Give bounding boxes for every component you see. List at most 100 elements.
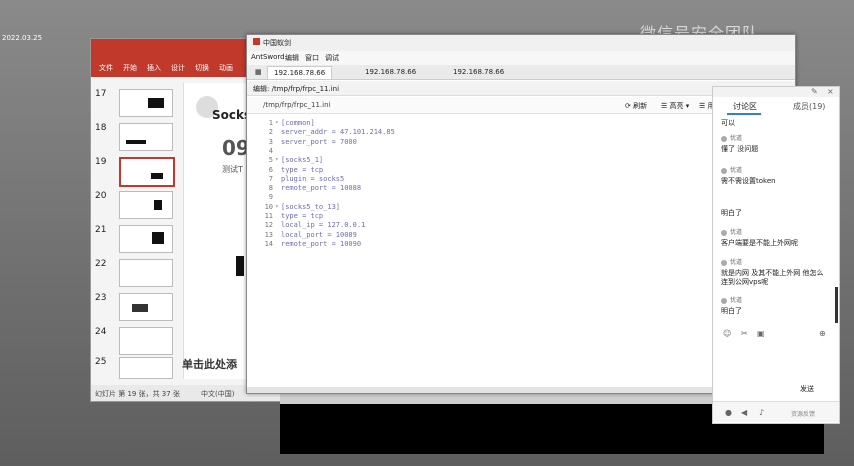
tab-members[interactable]: 成员(19): [793, 101, 825, 112]
code-line[interactable]: server_addr = 47.101.214.85: [281, 128, 395, 136]
code-line[interactable]: type = tcp: [281, 166, 323, 174]
slide-thumbnail[interactable]: [119, 259, 173, 287]
slide-thumb[interactable]: 23: [95, 293, 175, 321]
slide-thumbnail[interactable]: [119, 157, 175, 187]
antsword-titlebar[interactable]: 中国蚁剑: [247, 35, 795, 51]
avatar: [721, 229, 727, 236]
line-number: 9: [268, 193, 273, 202]
menu-window[interactable]: 窗口: [305, 53, 319, 63]
line-number: 4: [268, 146, 273, 155]
slide-number: 23: [95, 293, 107, 303]
code-line[interactable]: local_ip = 127.0.0.1: [281, 221, 365, 229]
slide-thumb[interactable]: 24: [95, 327, 175, 355]
footer-link[interactable]: 资源反馈: [791, 409, 815, 418]
highlight-label: 高亮: [669, 102, 684, 110]
code-line[interactable]: server_port = 7000: [281, 138, 357, 146]
chat-header-bar: ✎ ×: [713, 87, 839, 97]
tab-shell-3[interactable]: 192.168.78.66: [447, 66, 510, 78]
image-icon[interactable]: ▣: [757, 329, 765, 338]
menu-edit[interactable]: 编辑: [285, 53, 299, 63]
line-number: 10: [264, 202, 273, 211]
antsword-logo-icon: [253, 38, 260, 45]
line-number: 11: [264, 212, 273, 220]
chat-scrollbar[interactable]: [835, 287, 838, 323]
code-line[interactable]: local_port = 10089: [281, 231, 357, 239]
slide-thumb[interactable]: 22: [95, 259, 175, 287]
list-icon: ☰: [661, 102, 670, 110]
slide-number: 22: [95, 259, 107, 269]
code-line[interactable]: remote_port = 10090: [281, 240, 361, 248]
line-number: 12: [264, 221, 273, 230]
scissors-icon[interactable]: ✂: [741, 329, 748, 338]
slide-notes-placeholder[interactable]: 单击此处添: [182, 356, 237, 372]
status-language[interactable]: 中文(中国): [201, 389, 234, 399]
add-icon[interactable]: ⊕: [819, 329, 826, 338]
slide-number: 24: [95, 327, 107, 337]
code-line[interactable]: [socks5_to_13]: [281, 203, 340, 211]
chat-message: 明白了: [721, 307, 742, 315]
chat-user: 忧道: [721, 295, 742, 304]
microphone-icon[interactable]: ●: [725, 408, 732, 417]
grid-icon[interactable]: ▦: [249, 66, 268, 78]
emoji-icon[interactable]: ☺: [723, 329, 731, 338]
speaker-icon[interactable]: ◀: [741, 408, 747, 417]
line-number: 13: [264, 230, 273, 239]
ppt-tab-insert[interactable]: 插入: [147, 63, 161, 73]
fold-arrow-icon[interactable]: ▾: [275, 119, 279, 126]
slide-thumbnail[interactable]: [119, 191, 173, 219]
ppt-tab-file[interactable]: 文件: [99, 63, 113, 73]
fold-arrow-icon[interactable]: ▾: [275, 156, 279, 163]
chat-user: 忧道: [721, 257, 742, 266]
code-line[interactable]: [socks5_1]: [281, 156, 323, 164]
ppt-tab-animations[interactable]: 动画: [219, 63, 233, 73]
music-icon[interactable]: ♪: [759, 408, 764, 417]
slide-thumb[interactable]: 17: [95, 89, 175, 117]
code-line[interactable]: type = tcp: [281, 212, 323, 220]
slide-thumb[interactable]: 18: [95, 123, 175, 151]
menu-bar: AntSword 编辑 窗口 调试: [247, 51, 795, 66]
desktop-icon-label[interactable]: 2022.03.25: [2, 34, 42, 42]
slide-thumbnail[interactable]: [119, 293, 173, 321]
active-tab-indicator: [727, 113, 761, 115]
tab-shell-1[interactable]: 192.168.78.66: [267, 66, 333, 79]
chat-user: 忧道: [721, 133, 742, 142]
menu-antsword[interactable]: AntSword: [251, 53, 285, 61]
slide-thumbnail[interactable]: [119, 89, 173, 117]
code-line[interactable]: plugin = socks5: [281, 175, 344, 183]
editor-title: 编辑: /tmp/frp/frpc_11.ini: [253, 85, 340, 93]
refresh-button[interactable]: ⟳ 刷新: [625, 101, 647, 111]
slide-thumbnail[interactable]: [119, 327, 173, 355]
chat-message: 明白了: [721, 209, 742, 217]
code-line[interactable]: [common]: [281, 119, 315, 127]
slide-thumbnail[interactable]: [119, 225, 173, 253]
highlight-button[interactable]: ☰ 高亮 ▾: [661, 101, 689, 111]
close-icon[interactable]: ×: [827, 87, 834, 96]
chat-message: 懂了 没问题: [721, 145, 759, 153]
code-line[interactable]: remote_port = 10088: [281, 184, 361, 192]
slide-thumbnail[interactable]: [119, 123, 173, 151]
slide-thumb[interactable]: 21: [95, 225, 175, 253]
slide-thumb-selected[interactable]: 19: [95, 157, 175, 187]
send-button[interactable]: 发送: [793, 383, 821, 395]
ppt-tab-home[interactable]: 开始: [123, 63, 137, 73]
avatar: [721, 167, 727, 174]
tab-discussion[interactable]: 讨论区: [733, 101, 757, 112]
tab-bar: ▦ 192.168.78.66 192.168.78.66 192.168.78…: [247, 65, 795, 80]
line-number: 14: [264, 239, 273, 248]
status-slide-count: 幻灯片 第 19 张，共 37 张: [95, 390, 180, 398]
tab-shell-2[interactable]: 192.168.78.66: [359, 66, 422, 78]
slide-dark-block: [236, 256, 244, 276]
slide-thumbnail[interactable]: [119, 357, 173, 379]
chat-user: 忧道: [721, 165, 742, 174]
avatar: [721, 297, 727, 304]
slide-thumb[interactable]: 25: [95, 357, 175, 385]
menu-debug[interactable]: 调试: [325, 53, 339, 63]
ppt-tab-transitions[interactable]: 切换: [195, 63, 209, 73]
line-number: 8: [268, 184, 273, 193]
chat-message: 客户端要是不能上外网呢: [721, 239, 798, 247]
ppt-tab-design[interactable]: 设计: [171, 63, 185, 73]
slide-thumb[interactable]: 20: [95, 191, 175, 219]
pin-icon[interactable]: ✎: [811, 87, 818, 96]
file-path: /tmp/frp/frpc_11.ini: [263, 101, 331, 109]
fold-arrow-icon[interactable]: ▾: [275, 203, 279, 210]
